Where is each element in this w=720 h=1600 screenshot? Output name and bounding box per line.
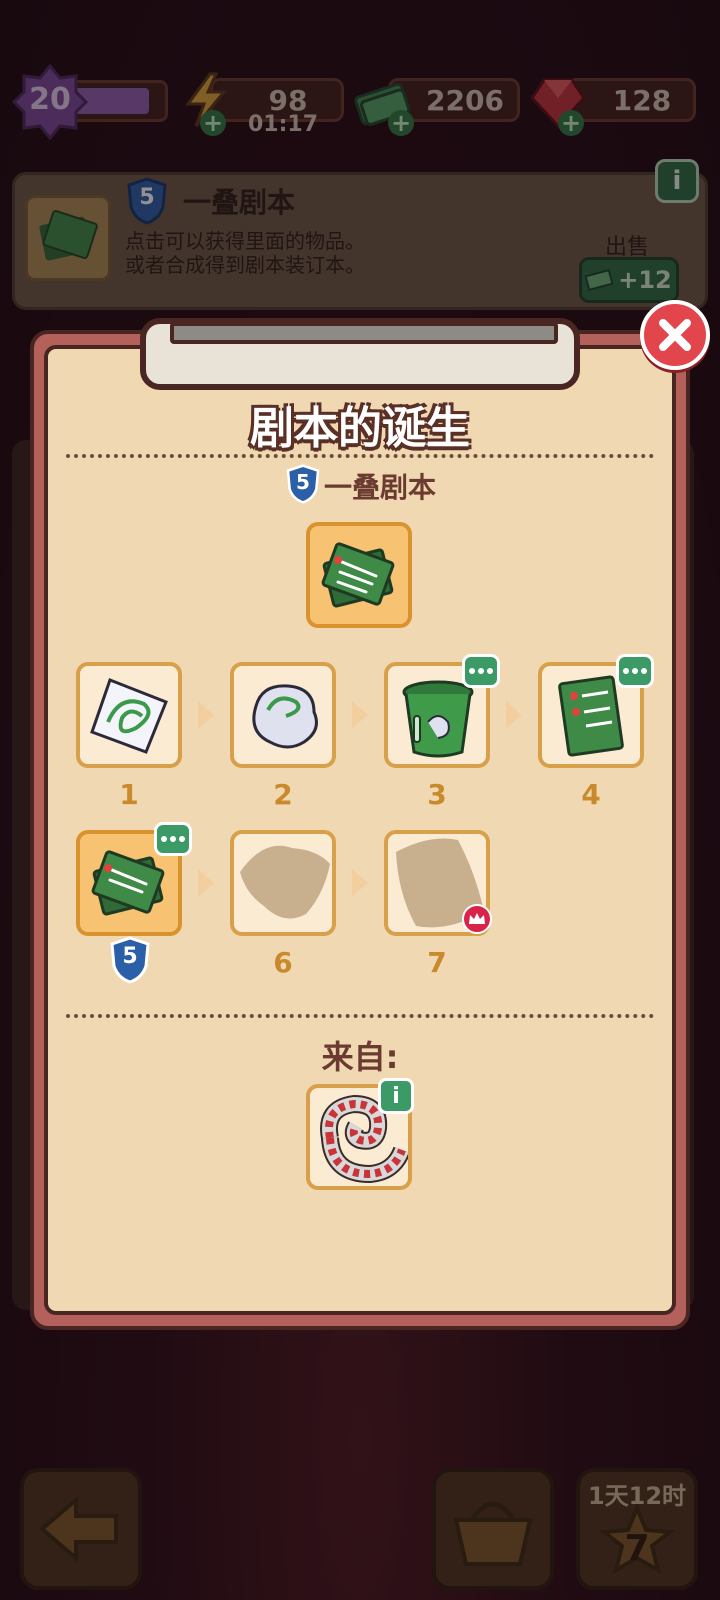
crumpled-paper-icon (252, 684, 318, 749)
close-icon (659, 319, 691, 351)
script-stack-icon (321, 542, 395, 608)
more-badge[interactable] (154, 822, 192, 856)
chain-tile-6[interactable] (230, 830, 336, 936)
chain-number-7: 7 (427, 946, 447, 979)
crown-badge (462, 904, 492, 934)
divider-top (66, 454, 654, 458)
close-button[interactable] (640, 300, 710, 370)
scribbled-paper-icon (90, 678, 168, 754)
featured-item-tile[interactable] (306, 522, 412, 628)
from-label: 来自: (321, 1038, 399, 1076)
chain-tile-3[interactable] (384, 654, 500, 768)
chain-arrow (506, 701, 522, 729)
locked-silhouette-icon (240, 845, 330, 919)
chain-tile-2[interactable] (230, 662, 336, 768)
clipboard-clip-bar (170, 322, 558, 344)
chain-tile-7[interactable] (384, 830, 492, 936)
chain-arrow (198, 869, 214, 897)
more-badge[interactable] (616, 654, 654, 688)
chain-arrow (352, 701, 368, 729)
chain-number-2: 2 (273, 778, 293, 811)
dialog-title: 剧本的诞生 (250, 403, 470, 454)
chain-number-3: 3 (427, 778, 447, 811)
chain-arrow (198, 701, 214, 729)
source-info-button[interactable]: i (378, 1078, 414, 1114)
chain-number-4: 4 (581, 778, 601, 811)
more-badge[interactable] (462, 654, 500, 688)
divider-bottom (66, 1014, 654, 1018)
current-level-shield: 5 (108, 936, 152, 984)
chain-tile-4[interactable] (538, 654, 654, 768)
chain-number-1: 1 (119, 778, 139, 811)
current-level-number: 5 (122, 944, 138, 969)
dialog-item-name: 一叠剧本 (324, 471, 437, 504)
dialog-level-shield: 5 (284, 464, 322, 504)
crown-icon (469, 913, 485, 924)
chain-tile-5[interactable] (76, 822, 192, 936)
chain-tile-1[interactable] (76, 662, 182, 768)
chain-number-6: 6 (273, 946, 293, 979)
source-tile[interactable]: i (306, 1078, 414, 1190)
dialog-level-number: 5 (296, 470, 310, 494)
chain-arrow (352, 869, 368, 897)
